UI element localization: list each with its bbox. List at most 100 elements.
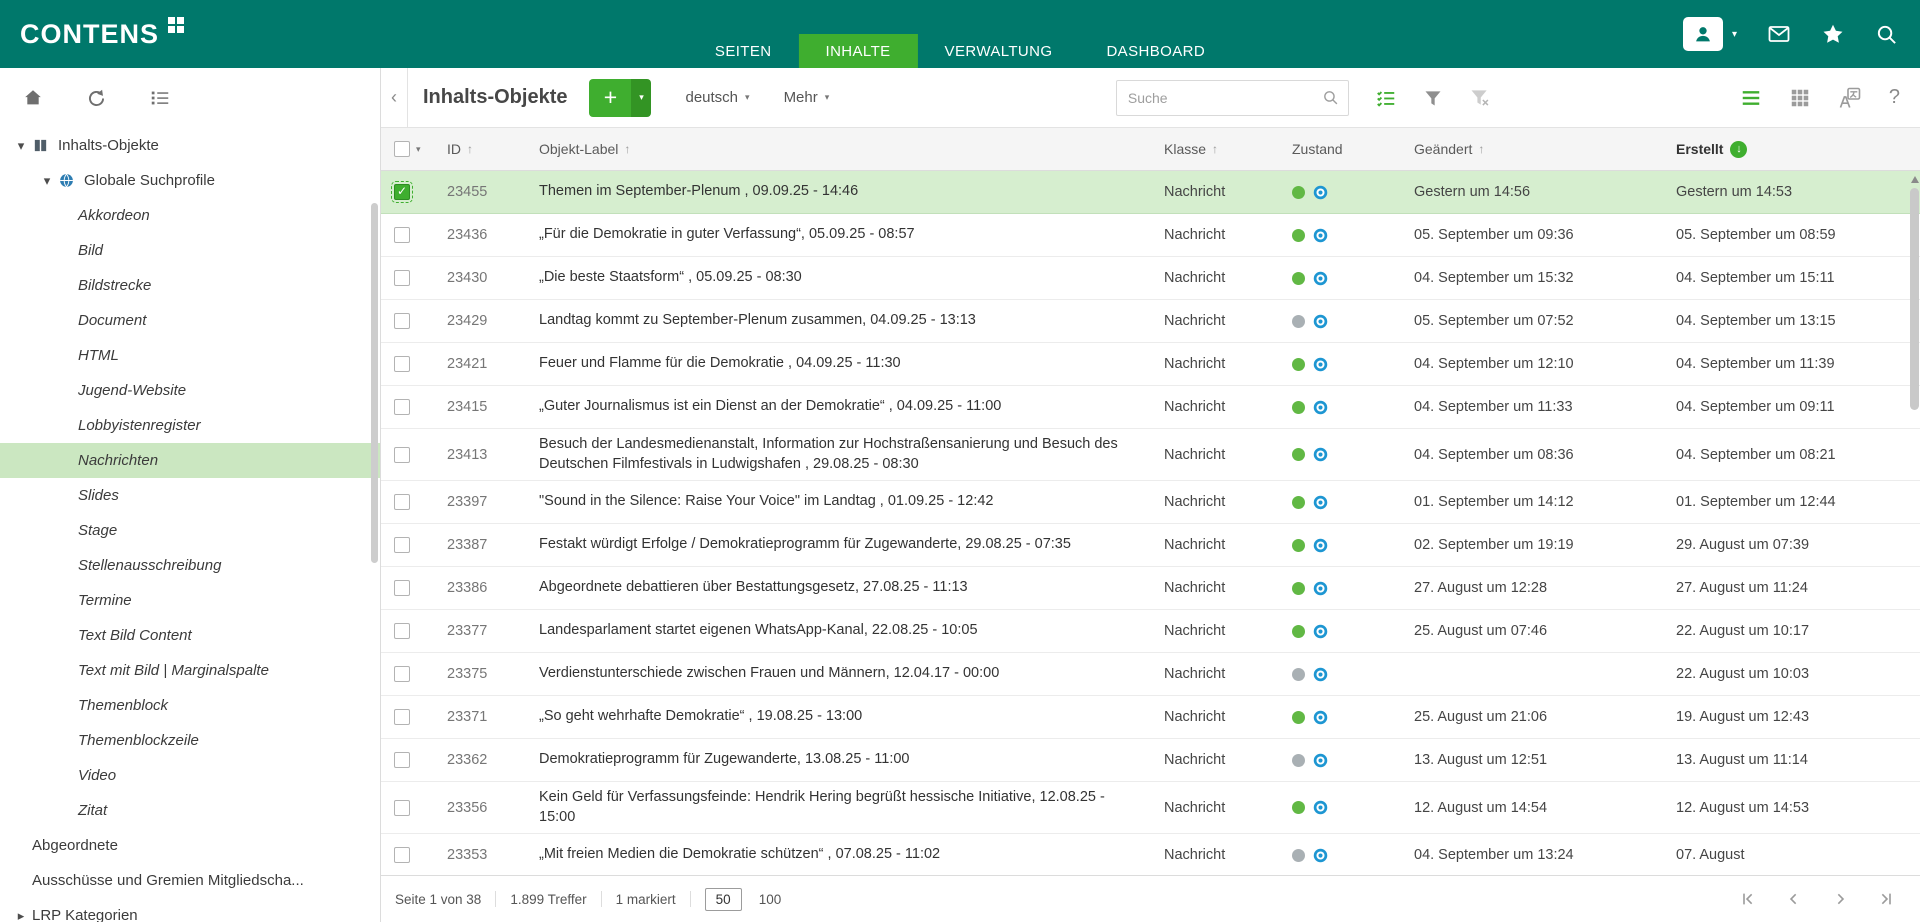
table-row[interactable]: 23429 Landtag kommt zu September-Plenum … <box>381 300 1920 343</box>
help-icon[interactable]: ? <box>1889 86 1900 109</box>
user-menu-caret-icon[interactable]: ▾ <box>1732 29 1737 40</box>
tree-node[interactable]: Ausschüsse und Gremien Mitgliedscha... <box>0 863 380 898</box>
avatar[interactable] <box>1683 17 1723 51</box>
row-checkbox[interactable] <box>394 666 410 682</box>
page-size-100-button[interactable]: 100 <box>759 892 782 907</box>
tree-node[interactable]: Stage <box>0 513 380 548</box>
tree-caret-icon[interactable] <box>10 908 32 922</box>
table-row[interactable]: 23386 Abgeordnete debattieren über Besta… <box>381 567 1920 610</box>
table-row[interactable]: 23413 Besuch der Landesmedienanstalt, In… <box>381 429 1920 481</box>
plus-icon[interactable]: + <box>589 79 631 117</box>
global-search-icon[interactable] <box>1875 23 1898 46</box>
row-checkbox[interactable] <box>394 623 410 639</box>
tree-node[interactable]: Themenblockzeile <box>0 723 380 758</box>
tree-node[interactable]: Lobbyistenregister <box>0 408 380 443</box>
grid-view-icon[interactable] <box>1789 87 1811 109</box>
tree-node[interactable]: Inhalts-Objekte <box>0 128 380 163</box>
topbar-tab[interactable]: VERWALTUNG <box>918 34 1080 68</box>
search-icon[interactable] <box>1322 89 1348 106</box>
table-row[interactable]: 23436 „Für die Demokratie in guter Verfa… <box>381 214 1920 257</box>
column-header-klasse[interactable]: Klasse ↑ <box>1156 141 1284 157</box>
row-checkbox[interactable] <box>394 184 410 200</box>
row-checkbox[interactable] <box>394 800 410 816</box>
table-row[interactable]: 23455 Themen im September-Plenum , 09.09… <box>381 171 1920 214</box>
tree-node[interactable]: Nachrichten <box>0 443 380 478</box>
sidebar-scrollbar-thumb[interactable] <box>371 203 378 563</box>
column-header-zustand[interactable]: Zustand <box>1284 141 1406 157</box>
tree-options-icon[interactable] <box>149 87 171 109</box>
column-header-objekt-label[interactable]: Objekt-Label ↑ <box>529 141 1156 157</box>
topbar-tab[interactable]: DASHBOARD <box>1079 34 1232 68</box>
collapse-sidebar-button[interactable]: ‹ <box>381 68 408 127</box>
table-row[interactable]: 23387 Festakt würdigt Erfolge / Demokrat… <box>381 524 1920 567</box>
topbar-tab[interactable]: INHALTE <box>799 34 918 68</box>
tree-node[interactable]: Slides <box>0 478 380 513</box>
tree-node[interactable]: Video <box>0 758 380 793</box>
row-checkbox[interactable] <box>394 227 410 243</box>
favorites-star-icon[interactable] <box>1821 22 1845 46</box>
row-checkbox[interactable] <box>394 752 410 768</box>
row-checkbox[interactable] <box>394 270 410 286</box>
tree-node[interactable]: Globale Suchprofile <box>0 163 380 198</box>
row-checkbox[interactable] <box>394 356 410 372</box>
table-row[interactable]: 23421 Feuer und Flamme für die Demokrati… <box>381 343 1920 386</box>
row-checkbox[interactable] <box>394 709 410 725</box>
tree-node[interactable]: HTML <box>0 338 380 373</box>
tree-node[interactable]: Akkordeon <box>0 198 380 233</box>
tree-caret-icon[interactable] <box>36 173 58 189</box>
table-row[interactable]: 23371 „So geht wehrhafte Demokratie“ , 1… <box>381 696 1920 739</box>
topbar-tab[interactable]: SEITEN <box>688 34 799 68</box>
row-checkbox[interactable] <box>394 494 410 510</box>
table-row[interactable]: 23415 „Guter Journalismus ist ein Dienst… <box>381 386 1920 429</box>
column-header-id[interactable]: ID ↑ <box>439 141 529 157</box>
table-scrollbar-thumb[interactable] <box>1910 188 1919 410</box>
more-dropdown[interactable]: Mehr ▾ <box>784 89 830 106</box>
tree-caret-icon[interactable] <box>10 138 32 154</box>
add-dropdown-caret-icon[interactable]: ▾ <box>631 79 651 117</box>
saved-filters-icon[interactable] <box>1375 87 1397 109</box>
list-view-icon[interactable] <box>1740 87 1762 109</box>
add-object-button[interactable]: + ▾ <box>589 79 651 117</box>
tree-node[interactable]: LRP Kategorien <box>0 898 380 922</box>
row-checkbox[interactable] <box>394 847 410 863</box>
tree-node[interactable]: Text Bild Content <box>0 618 380 653</box>
tree-node[interactable]: Bild <box>0 233 380 268</box>
user-menu[interactable]: ▾ <box>1683 17 1737 51</box>
column-header-geaendert[interactable]: Geändert ↑ <box>1406 141 1668 157</box>
scroll-up-icon[interactable] <box>1911 176 1919 183</box>
translate-icon[interactable] <box>1838 86 1862 110</box>
next-page-icon[interactable] <box>1832 891 1848 907</box>
language-dropdown[interactable]: deutsch ▾ <box>685 89 749 106</box>
first-page-icon[interactable] <box>1740 891 1756 907</box>
filter-icon[interactable] <box>1423 88 1443 108</box>
row-checkbox[interactable] <box>394 580 410 596</box>
page-size-50-button[interactable]: 50 <box>705 888 742 911</box>
selection-dropdown-icon[interactable]: ▾ <box>416 144 421 155</box>
row-checkbox[interactable] <box>394 447 410 463</box>
home-icon[interactable] <box>22 87 44 109</box>
table-row[interactable]: 23353 „Mit freien Medien die Demokratie … <box>381 834 1920 875</box>
tree-node[interactable]: Termine <box>0 583 380 618</box>
search-input[interactable] <box>1117 90 1322 106</box>
tree-node[interactable]: Zitat <box>0 793 380 828</box>
tree-node[interactable]: Jugend-Website <box>0 373 380 408</box>
tree-node[interactable]: Document <box>0 303 380 338</box>
row-checkbox[interactable] <box>394 399 410 415</box>
select-all-checkbox[interactable] <box>394 141 410 157</box>
table-row[interactable]: 23430 „Die beste Staatsform“ , 05.09.25 … <box>381 257 1920 300</box>
tree-node[interactable]: Text mit Bild | Marginalspalte <box>0 653 380 688</box>
column-header-erstellt[interactable]: Erstellt ↓ <box>1668 141 1908 158</box>
table-row[interactable]: 23397 "Sound in the Silence: Raise Your … <box>381 481 1920 524</box>
tree-node[interactable]: Themenblock <box>0 688 380 723</box>
tree-node[interactable]: Abgeordnete <box>0 828 380 863</box>
table-row[interactable]: 23377 Landesparlament startet eigenen Wh… <box>381 610 1920 653</box>
tree-node[interactable]: Stellenausschreibung <box>0 548 380 583</box>
prev-page-icon[interactable] <box>1786 891 1802 907</box>
table-row[interactable]: 23375 Verdienstunterschiede zwischen Fra… <box>381 653 1920 696</box>
clear-filter-icon[interactable] <box>1469 87 1490 108</box>
refresh-icon[interactable] <box>86 88 107 109</box>
row-checkbox[interactable] <box>394 313 410 329</box>
table-row[interactable]: 23362 Demokratieprogramm für Zugewandert… <box>381 739 1920 782</box>
table-row[interactable]: 23356 Kein Geld für Verfassungsfeinde: H… <box>381 782 1920 834</box>
row-checkbox[interactable] <box>394 537 410 553</box>
